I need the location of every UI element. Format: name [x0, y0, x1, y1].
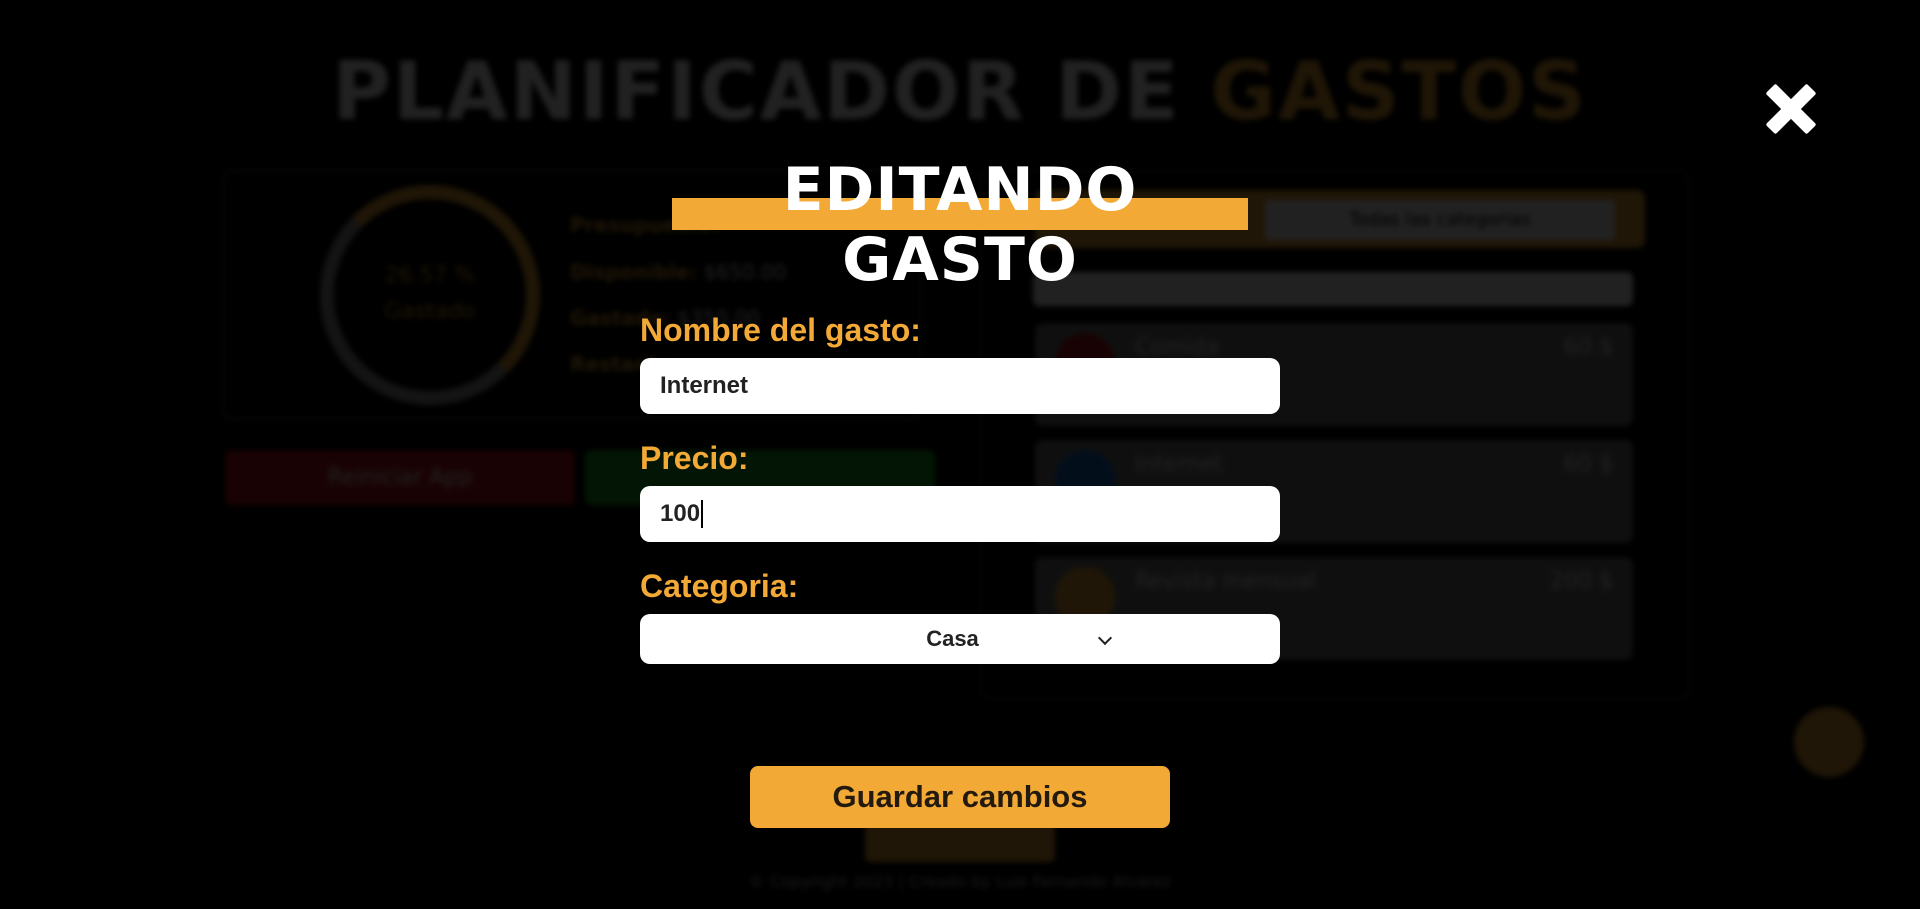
- category-label: Categoria:: [640, 568, 799, 604]
- modal-title: EDITANDO GASTO: [782, 155, 1138, 295]
- text-caret: [701, 500, 704, 528]
- close-icon[interactable]: [1762, 80, 1820, 138]
- expense-name-input[interactable]: Internet: [640, 358, 1280, 414]
- modal-title-block: EDITANDO GASTO: [672, 155, 1248, 295]
- category-select[interactable]: Casa: [640, 614, 1280, 664]
- edit-expense-modal: EDITANDO GASTO Nombre del gasto: Interne…: [0, 0, 1920, 909]
- price-label: Precio:: [640, 440, 749, 476]
- expense-name-label: Nombre del gasto:: [640, 312, 921, 348]
- price-input[interactable]: 100: [640, 486, 1280, 542]
- category-select-value: Casa: [926, 626, 979, 651]
- save-changes-button[interactable]: Guardar cambios: [750, 766, 1170, 828]
